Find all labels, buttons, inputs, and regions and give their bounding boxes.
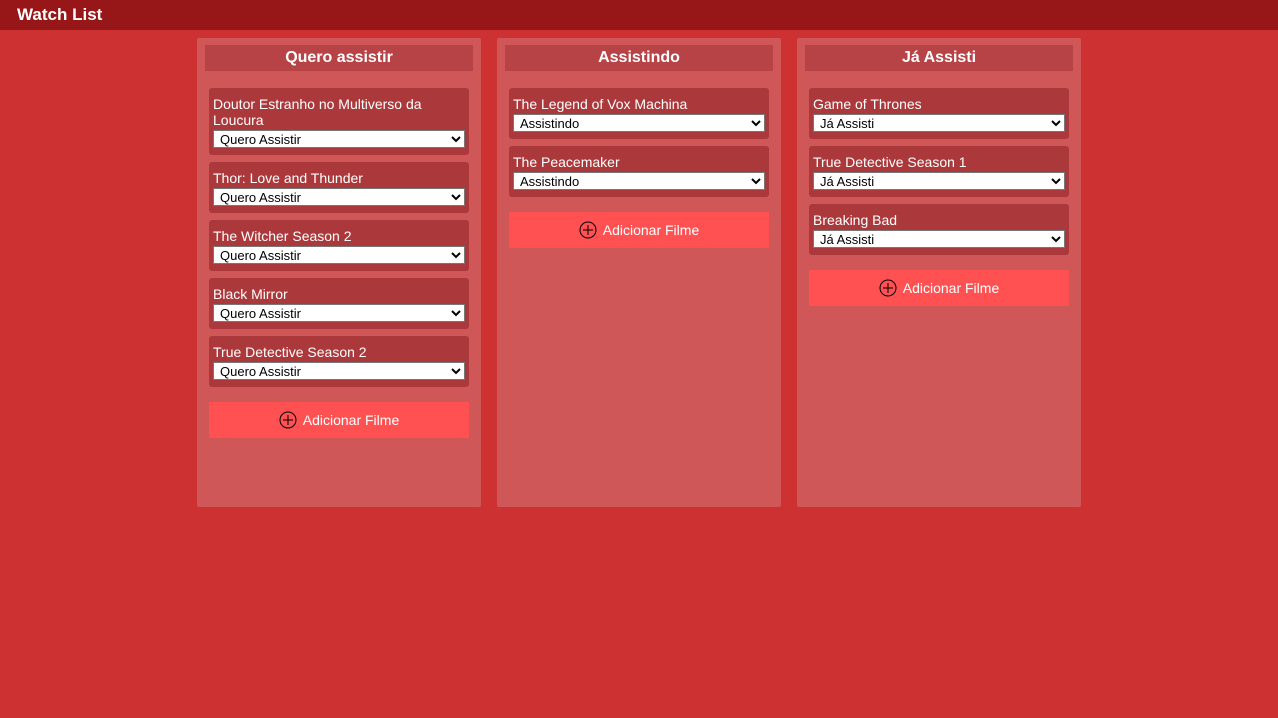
add-movie-button[interactable]: Adicionar Filme xyxy=(209,402,469,438)
movie-card: True Detective Season 1 Quero AssistirAs… xyxy=(809,146,1069,197)
movie-card: The Peacemaker Quero AssistirAssistindoJ… xyxy=(509,146,769,197)
movie-card: Doutor Estranho no Multiverso da Loucura… xyxy=(209,88,469,155)
board: Quero assistir Doutor Estranho no Multiv… xyxy=(197,38,1081,507)
status-select[interactable]: Quero AssistirAssistindoJá Assisti xyxy=(213,130,465,148)
column-assistindo: Assistindo The Legend of Vox Machina Que… xyxy=(497,38,781,507)
status-select[interactable]: Quero AssistirAssistindoJá Assisti xyxy=(513,172,765,190)
column-quero-assistir: Quero assistir Doutor Estranho no Multiv… xyxy=(197,38,481,507)
column-title: Quero assistir xyxy=(205,45,473,71)
movie-title: Game of Thrones xyxy=(813,96,922,112)
status-select[interactable]: Quero AssistirAssistindoJá Assisti xyxy=(213,188,465,206)
top-bar: Watch List xyxy=(0,0,1278,30)
column-title: Assistindo xyxy=(505,45,773,71)
movie-title: The Peacemaker xyxy=(513,154,620,170)
status-select[interactable]: Quero AssistirAssistindoJá Assisti xyxy=(513,114,765,132)
status-select[interactable]: Quero AssistirAssistindoJá Assisti xyxy=(213,246,465,264)
plus-circle-icon xyxy=(279,411,297,429)
movie-card: Thor: Love and Thunder Quero AssistirAss… xyxy=(209,162,469,213)
card-list: Doutor Estranho no Multiverso da Loucura… xyxy=(205,88,473,438)
movie-card: Breaking Bad Quero AssistirAssistindoJá … xyxy=(809,204,1069,255)
status-select[interactable]: Quero AssistirAssistindoJá Assisti xyxy=(213,362,465,380)
movie-card: Game of Thrones Quero AssistirAssistindo… xyxy=(809,88,1069,139)
movie-title: The Legend of Vox Machina xyxy=(513,96,688,112)
status-select[interactable]: Quero AssistirAssistindoJá Assisti xyxy=(813,114,1065,132)
movie-title: The Witcher Season 2 xyxy=(213,228,352,244)
movie-title: True Detective Season 1 xyxy=(813,154,967,170)
status-select[interactable]: Quero AssistirAssistindoJá Assisti xyxy=(813,230,1065,248)
card-list: Game of Thrones Quero AssistirAssistindo… xyxy=(805,88,1073,306)
add-movie-label: Adicionar Filme xyxy=(602,222,700,238)
plus-circle-icon xyxy=(579,221,597,239)
add-movie-label: Adicionar Filme xyxy=(302,412,400,428)
app-title: Watch List xyxy=(17,5,103,24)
movie-title: Thor: Love and Thunder xyxy=(213,170,363,186)
movie-card: Black Mirror Quero AssistirAssistindoJá … xyxy=(209,278,469,329)
movie-card: The Legend of Vox Machina Quero Assistir… xyxy=(509,88,769,139)
movie-title: Doutor Estranho no Multiverso da Loucura xyxy=(213,96,422,128)
add-movie-button[interactable]: Adicionar Filme xyxy=(509,212,769,248)
column-title: Já Assisti xyxy=(805,45,1073,71)
movie-title: Breaking Bad xyxy=(813,212,898,228)
add-movie-button[interactable]: Adicionar Filme xyxy=(809,270,1069,306)
column-ja-assisti: Já Assisti Game of Thrones Quero Assisti… xyxy=(797,38,1081,507)
status-select[interactable]: Quero AssistirAssistindoJá Assisti xyxy=(213,304,465,322)
movie-card: The Witcher Season 2 Quero AssistirAssis… xyxy=(209,220,469,271)
add-movie-label: Adicionar Filme xyxy=(902,280,1000,296)
movie-card: True Detective Season 2 Quero AssistirAs… xyxy=(209,336,469,387)
card-list: The Legend of Vox Machina Quero Assistir… xyxy=(505,88,773,248)
movie-title: Black Mirror xyxy=(213,286,288,302)
status-select[interactable]: Quero AssistirAssistindoJá Assisti xyxy=(813,172,1065,190)
movie-title: True Detective Season 2 xyxy=(213,344,367,360)
plus-circle-icon xyxy=(879,279,897,297)
